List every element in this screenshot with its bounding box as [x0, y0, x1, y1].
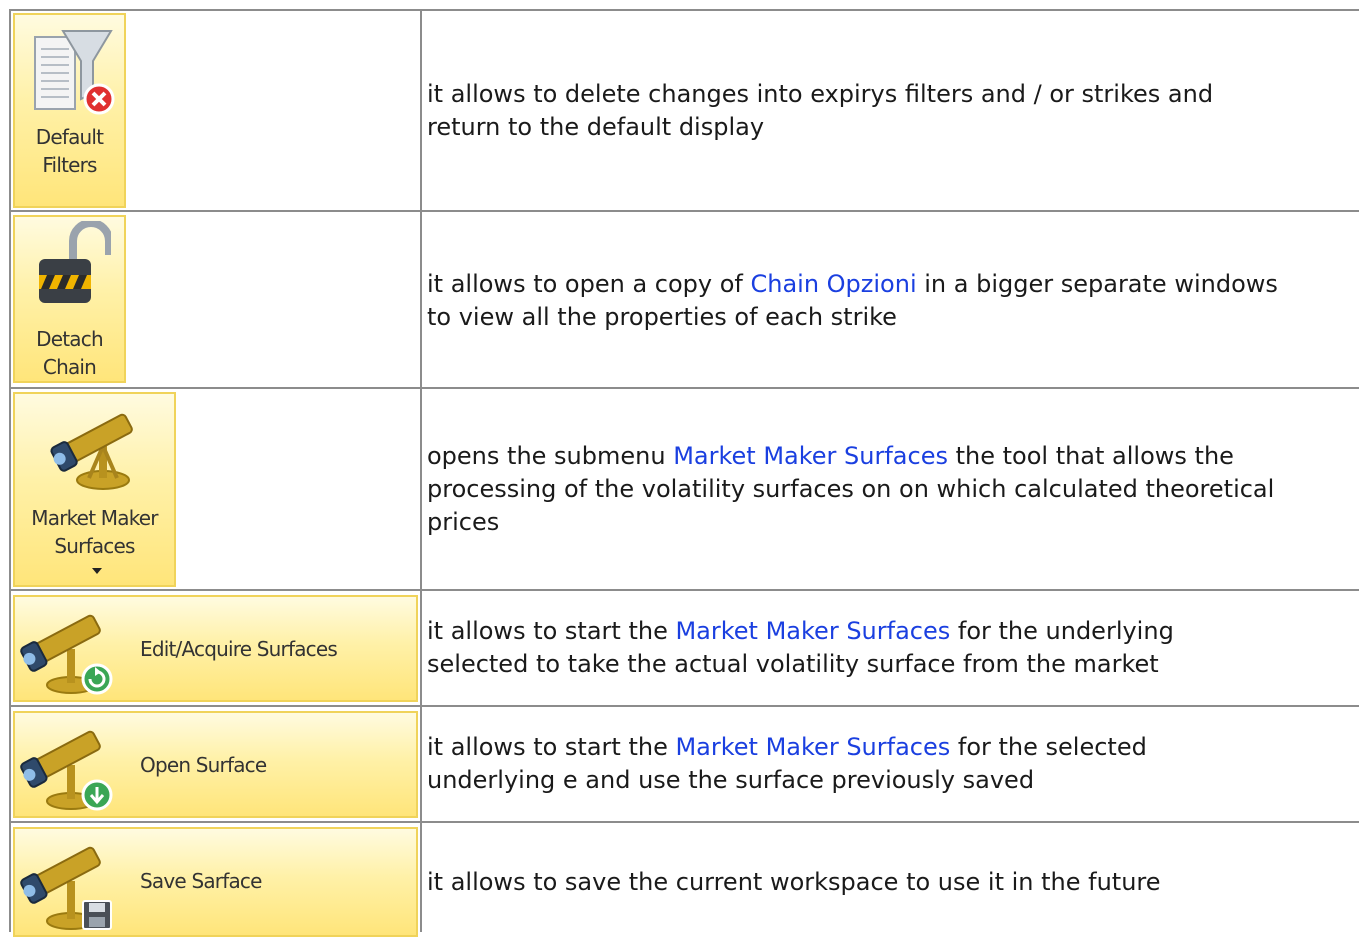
- default-filters-label-line2: Filters: [42, 153, 97, 177]
- telescope-save-icon: [20, 846, 112, 930]
- padlock-open-icon: [39, 221, 111, 303]
- detach-chain-description: it allows to open a copy of Chain Opzion…: [427, 268, 1359, 334]
- detach-chain-label-line2: Chain: [42, 355, 97, 379]
- row-divider: [9, 589, 1359, 591]
- edit-acquire-description: it allows to start the Market Maker Surf…: [427, 615, 1359, 681]
- description-text: it allows to delete changes into expirys…: [427, 80, 1214, 141]
- default-filters-description: it allows to delete changes into expirys…: [427, 78, 1359, 144]
- detach-chain-label-line1: Detach: [36, 327, 103, 351]
- description-text: it allows to save the current workspace …: [427, 868, 1161, 896]
- market-maker-label-line1: Market Maker: [31, 506, 158, 530]
- table-border-top: [9, 9, 1359, 11]
- default-filters-icon: [34, 30, 115, 115]
- telescope-icon: [50, 413, 133, 490]
- save-surface-button[interactable]: Save Sarface: [13, 827, 418, 937]
- edit-acquire-surfaces-button[interactable]: Edit/Acquire Surfaces: [13, 595, 418, 702]
- save-surface-label: Save Sarface: [140, 869, 262, 893]
- default-filters-button[interactable]: Default Filters: [13, 13, 126, 208]
- default-filters-label-line1: Default: [35, 125, 104, 149]
- row-divider: [9, 210, 1359, 212]
- description-text: opens the submenu: [427, 442, 674, 470]
- edit-acquire-surfaces-label: Edit/Acquire Surfaces: [140, 637, 338, 661]
- market-maker-label-line2: Surfaces: [54, 534, 135, 558]
- row-divider: [9, 387, 1359, 389]
- market-maker-surfaces-link[interactable]: Market Maker Surfaces: [675, 733, 950, 761]
- detach-chain-button[interactable]: Detach Chain: [13, 215, 126, 383]
- row-divider: [9, 821, 1359, 823]
- telescope-refresh-icon: [20, 614, 113, 695]
- market-maker-description: opens the submenu Market Maker Surfaces …: [427, 440, 1359, 539]
- save-surface-description: it allows to save the current workspace …: [427, 866, 1359, 899]
- open-surface-button[interactable]: Open Surface: [13, 711, 418, 818]
- open-surface-description: it allows to start the Market Maker Surf…: [427, 731, 1359, 797]
- market-maker-surfaces-button[interactable]: Market Maker Surfaces: [13, 392, 176, 587]
- chevron-down-icon[interactable]: [92, 568, 102, 574]
- open-surface-label: Open Surface: [140, 753, 267, 777]
- chain-opzioni-link[interactable]: Chain Opzioni: [750, 270, 916, 298]
- row-divider: [9, 705, 1359, 707]
- market-maker-surfaces-link[interactable]: Market Maker Surfaces: [675, 617, 950, 645]
- description-text: it allows to start the: [427, 733, 676, 761]
- column-divider: [420, 9, 422, 932]
- description-text: it allows to start the: [427, 617, 676, 645]
- telescope-download-icon: [20, 730, 113, 811]
- table-border-left: [9, 9, 11, 932]
- market-maker-surfaces-link[interactable]: Market Maker Surfaces: [673, 442, 948, 470]
- description-text: it allows to open a copy of: [427, 270, 751, 298]
